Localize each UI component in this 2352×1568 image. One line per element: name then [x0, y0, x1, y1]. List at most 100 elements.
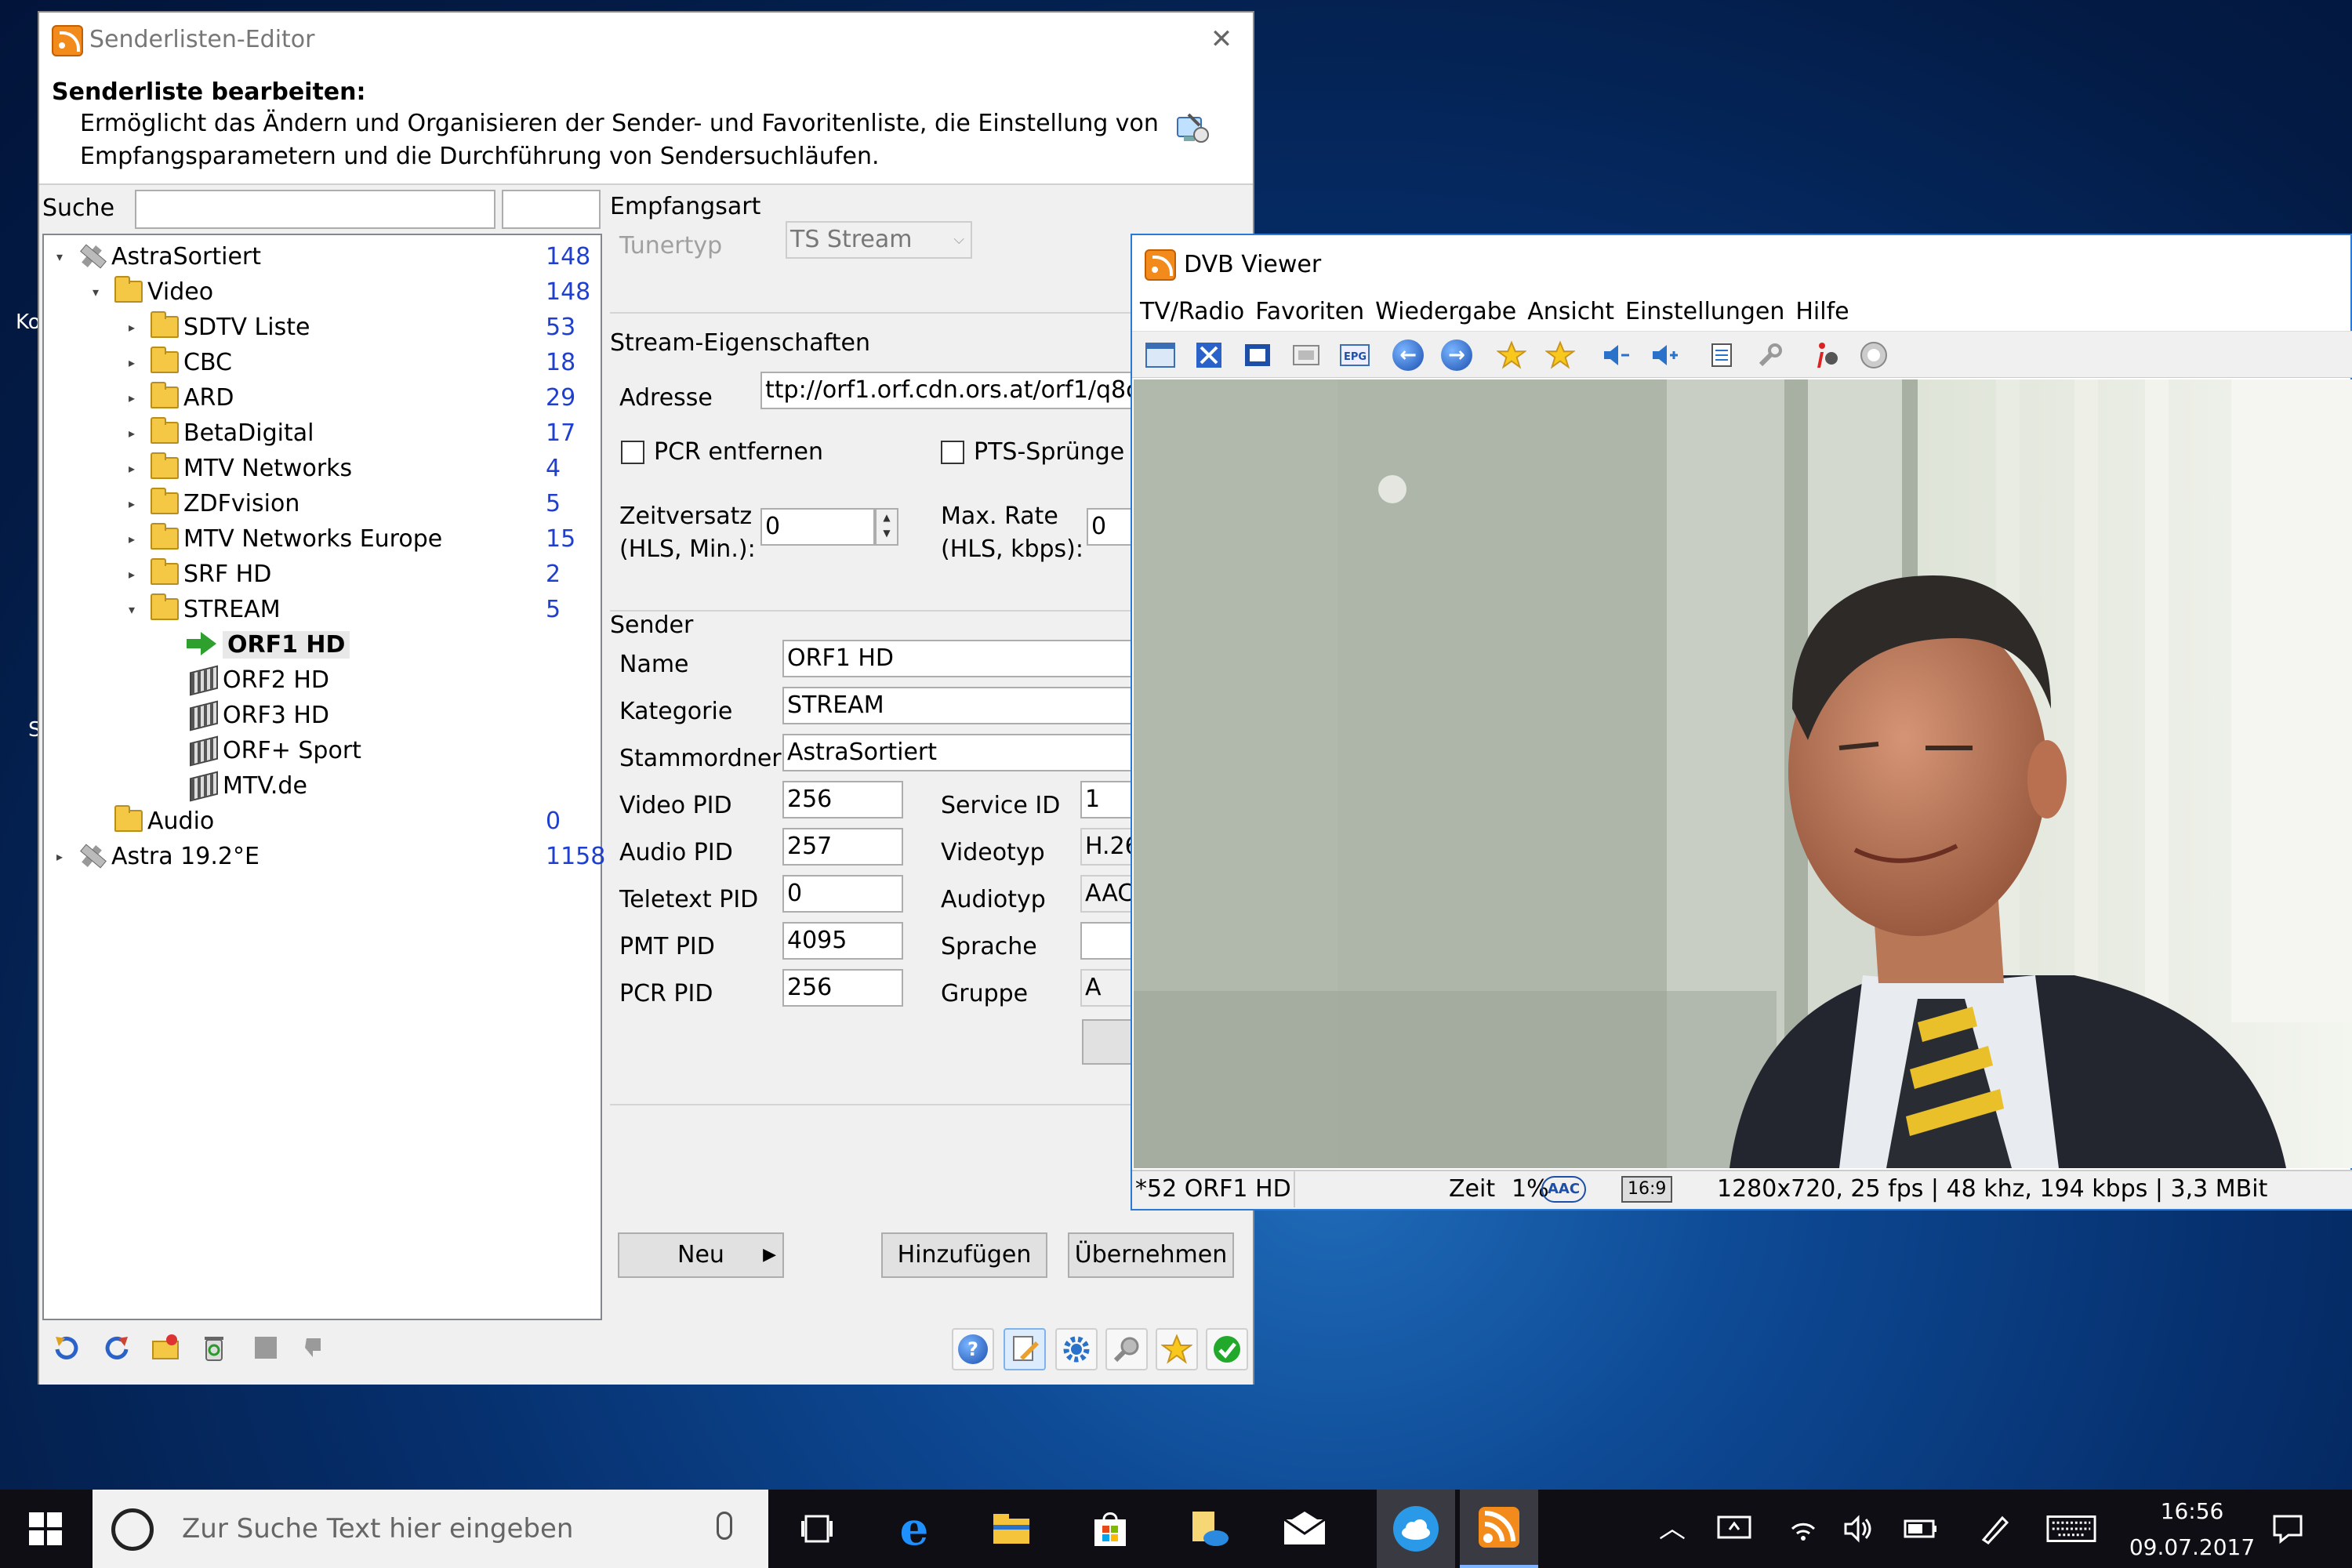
tree-item-orf1-hd[interactable]: ORF1 HD [187, 628, 350, 662]
reload-icon[interactable] [99, 1330, 135, 1366]
gear-icon[interactable] [1055, 1328, 1098, 1370]
tree-item-ard[interactable]: ARD [151, 381, 234, 416]
windows-start-icon[interactable] [20, 1504, 71, 1554]
search-channels-icon[interactable] [1105, 1328, 1148, 1370]
menu-wiedergabe[interactable]: Wiedergabe [1375, 298, 1516, 325]
info-icon[interactable] [1808, 339, 1842, 371]
expand-arrow-icon[interactable]: ▸ [129, 346, 135, 380]
expand-arrow-icon[interactable]: ▸ [129, 381, 135, 416]
cloud-app-icon[interactable] [1377, 1490, 1455, 1568]
next-channel-icon[interactable]: → [1439, 339, 1474, 371]
menu-favoriten[interactable]: Favoriten [1255, 298, 1364, 325]
recycle-bin-icon[interactable] [196, 1330, 232, 1366]
store-icon[interactable] [1085, 1504, 1135, 1554]
epg-icon[interactable]: EPG [1338, 339, 1372, 371]
edit-notes-icon[interactable] [1004, 1328, 1046, 1370]
video-pid-input[interactable]: 256 [782, 781, 903, 818]
fullscreen-icon[interactable] [1192, 339, 1226, 371]
pcr-pid-input[interactable]: 256 [782, 969, 903, 1007]
volume-up-icon[interactable] [1648, 339, 1682, 371]
teletext-icon[interactable] [1240, 339, 1275, 371]
tree-item-astrasortiert[interactable]: AstraSortiert [78, 240, 261, 274]
help-icon[interactable]: ? [952, 1328, 994, 1370]
tree-item-orf3-hd[interactable]: ORF3 HD [190, 699, 329, 733]
tree-item-stream[interactable]: STREAM [151, 593, 281, 627]
action-center-icon[interactable] [2263, 1504, 2313, 1554]
tree-item-zdfvision[interactable]: ZDFvision [151, 487, 299, 521]
expand-arrow-icon[interactable]: ▸ [129, 487, 135, 521]
expand-arrow-icon[interactable]: ▸ [56, 840, 63, 874]
tree-item-orf2-hd[interactable]: ORF2 HD [190, 663, 329, 698]
collapse-arrow-icon[interactable]: ▾ [129, 593, 135, 627]
channel-list-icon[interactable] [1704, 339, 1739, 371]
tree-item-mtv-de[interactable]: MTV.de [190, 769, 307, 804]
tunertyp-select[interactable]: TS Stream ⌵ [786, 221, 972, 259]
hinzufuegen-button[interactable]: Hinzufügen [881, 1232, 1047, 1278]
expand-arrow-icon[interactable]: ▸ [129, 310, 135, 345]
onedrive-folder-icon[interactable] [1184, 1504, 1234, 1554]
taskbar-search-box[interactable]: Zur Suche Text hier eingeben [93, 1490, 768, 1568]
dvbviewer-taskbar-icon[interactable] [1460, 1490, 1538, 1568]
volume-down-icon[interactable] [1599, 339, 1634, 371]
task-view-icon[interactable] [792, 1504, 842, 1554]
star-favorites-icon[interactable] [1156, 1328, 1198, 1370]
microphone-icon[interactable] [717, 1512, 732, 1540]
tree-item-betadigital[interactable]: BetaDigital [151, 416, 314, 451]
undo-disabled-icon[interactable] [296, 1330, 332, 1366]
close-button[interactable]: ✕ [1204, 24, 1239, 55]
zeitversatz-input[interactable]: 0 [760, 508, 875, 546]
expand-arrow-icon[interactable]: ▸ [129, 416, 135, 451]
wifi-icon[interactable] [1778, 1504, 1828, 1554]
favorite-star-icon[interactable] [1494, 339, 1529, 371]
favorite-star-2-icon[interactable] [1543, 339, 1577, 371]
record-icon[interactable] [1857, 339, 1891, 371]
volume-icon[interactable] [1833, 1504, 1883, 1554]
menu-ansicht[interactable]: Ansicht [1527, 298, 1614, 325]
tree-item-audio[interactable]: Audio [114, 804, 214, 839]
video-display[interactable] [1134, 379, 2352, 1168]
menu-tv-radio[interactable]: TV/Radio [1140, 298, 1244, 325]
search-filter-input[interactable] [502, 190, 601, 229]
menu-einstellungen[interactable]: Einstellungen [1625, 298, 1784, 325]
window-mode-icon[interactable] [1143, 339, 1178, 371]
battery-icon[interactable] [1896, 1504, 1946, 1554]
tree-item-video[interactable]: Video [114, 275, 213, 310]
expand-arrow-icon[interactable]: ▸ [129, 452, 135, 486]
clock-time[interactable]: 16:56 [2153, 1496, 2231, 1527]
tree-item-mtv-networks-europe[interactable]: MTV Networks Europe [151, 522, 442, 557]
touch-keyboard-icon[interactable] [2046, 1504, 2096, 1554]
search-input[interactable] [135, 190, 495, 229]
audio-pid-input[interactable]: 257 [782, 828, 903, 866]
channel-tree[interactable]: ▾ AstraSortiert 148 ▾ Video 148 ▸ SDTV L… [42, 234, 605, 1320]
check-ok-icon[interactable] [1206, 1328, 1248, 1370]
expand-arrow-icon[interactable]: ▸ [129, 557, 135, 592]
show-hidden-icons-chevron-icon[interactable]: ︿ [1659, 1513, 1686, 1544]
new-folder-icon[interactable] [147, 1330, 183, 1366]
collapse-arrow-icon[interactable]: ▾ [56, 240, 63, 274]
osd-icon[interactable] [1289, 339, 1323, 371]
tree-item-mtv-networks[interactable]: MTV Networks [151, 452, 352, 486]
mail-icon[interactable] [1279, 1504, 1330, 1554]
expand-arrow-icon[interactable]: ▸ [129, 522, 135, 557]
wrench-settings-icon[interactable] [1753, 339, 1788, 371]
menu-hilfe[interactable]: Hilfe [1795, 298, 1849, 325]
tablet-mode-icon[interactable] [1709, 1504, 1759, 1554]
previous-channel-icon[interactable]: ← [1391, 339, 1425, 371]
editor-titlebar[interactable]: Senderlisten-Editor ✕ [39, 13, 1253, 67]
tree-item-orf-sport[interactable]: ORF+ Sport [190, 734, 361, 768]
tree-item-srf-hd[interactable]: SRF HD [151, 557, 271, 592]
pcr-entfernen-checkbox[interactable] [621, 441, 644, 464]
uebernehmen-button[interactable]: Übernehmen [1068, 1232, 1234, 1278]
pts-spruenge-checkbox[interactable] [941, 441, 964, 464]
file-explorer-icon[interactable] [986, 1504, 1036, 1554]
clock-date[interactable]: 09.07.2017 [2122, 1532, 2263, 1563]
edge-browser-icon[interactable]: e [889, 1502, 939, 1555]
tree-item-astra-19-2e[interactable]: Astra 19.2°E [78, 840, 260, 874]
tree-item-cbc[interactable]: CBC [151, 346, 232, 380]
pmt-pid-input[interactable]: 4095 [782, 922, 903, 960]
collapse-arrow-icon[interactable]: ▾ [93, 275, 99, 310]
refresh-icon[interactable] [49, 1330, 85, 1366]
placeholder-disabled-icon[interactable] [248, 1330, 284, 1366]
pen-ink-icon[interactable] [1969, 1504, 2020, 1554]
zeitversatz-spinner[interactable]: ▲ ▼ [875, 508, 898, 546]
